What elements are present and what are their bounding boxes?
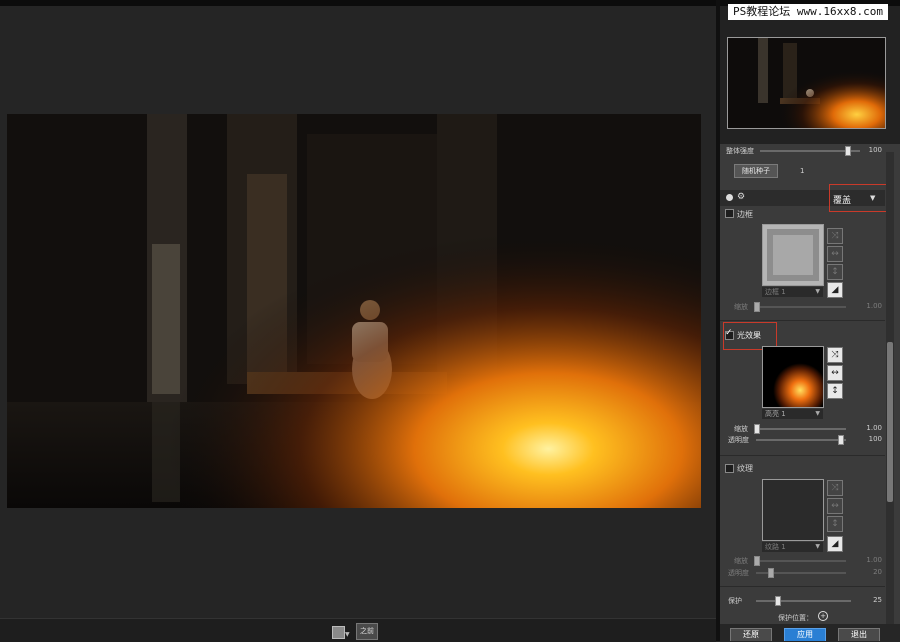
- protect-value: 25: [873, 596, 882, 604]
- border-scale-value: 1.00: [866, 302, 882, 310]
- protect-position-label: 保护位置：: [778, 614, 813, 622]
- panel-footer: 还原 应用 退出: [720, 624, 900, 641]
- texture-scale-slider[interactable]: [756, 560, 846, 562]
- border-scale-handle[interactable]: [754, 302, 760, 312]
- random-seed-button[interactable]: 随机种子: [734, 164, 778, 178]
- random-seed-value: 1: [800, 167, 805, 175]
- texture-opacity-value: 20: [873, 568, 882, 576]
- navigator: [720, 6, 900, 144]
- texture-opacity-label: 透明度: [728, 569, 749, 577]
- navigator-thumbnail[interactable]: [727, 37, 886, 129]
- border-label: 边框: [737, 210, 753, 219]
- flip-vertical-icon[interactable]: ↕: [827, 383, 843, 399]
- rotate-icon[interactable]: ◢: [827, 536, 843, 552]
- gear-icon[interactable]: ⚙: [737, 192, 745, 202]
- highlight-box: [829, 184, 887, 212]
- section-divider: [720, 455, 885, 456]
- shuffle-icon[interactable]: ⤨: [827, 347, 843, 363]
- flip-vertical-icon[interactable]: ↕: [827, 264, 843, 280]
- flip-horizontal-icon[interactable]: ↔: [827, 246, 843, 262]
- add-icon[interactable]: +: [818, 611, 828, 621]
- light-opacity-handle[interactable]: [838, 435, 844, 445]
- flip-vertical-icon[interactable]: ↕: [827, 516, 843, 532]
- apply-button[interactable]: 应用: [784, 628, 826, 641]
- border-checkbox[interactable]: [725, 209, 734, 218]
- rotate-icon[interactable]: ◢: [827, 282, 843, 298]
- light-opacity-slider[interactable]: [756, 439, 846, 441]
- section-divider: [720, 586, 885, 587]
- overall-opacity-value: 100: [868, 146, 882, 154]
- chevron-down-icon: ▼: [815, 410, 820, 417]
- texture-checkbox[interactable]: [725, 464, 734, 473]
- texture-preview[interactable]: [762, 479, 824, 541]
- chevron-down-icon: ▼: [815, 543, 820, 550]
- visibility-icon[interactable]: [726, 194, 733, 201]
- section-divider: [720, 320, 885, 321]
- overall-opacity-handle[interactable]: [845, 146, 851, 156]
- texture-preset-value: 纹路 1: [765, 543, 786, 551]
- before-button[interactable]: 之前: [356, 623, 378, 640]
- shuffle-icon[interactable]: ⤨: [827, 480, 843, 496]
- light-scale-value: 1.00: [866, 424, 882, 432]
- shuffle-icon[interactable]: ⤨: [827, 228, 843, 244]
- light-scale-label: 缩放: [734, 425, 748, 433]
- preview-image[interactable]: [7, 114, 701, 508]
- protect-handle[interactable]: [775, 596, 781, 606]
- chevron-down-icon: ▼: [815, 288, 820, 295]
- light-scale-slider[interactable]: [756, 428, 846, 430]
- canvas-toolbar: ▼ 之前: [0, 618, 716, 642]
- light-opacity-value: 100: [868, 435, 882, 443]
- texture-scale-value: 1.00: [866, 556, 882, 564]
- border-scale-label: 缩放: [734, 303, 748, 311]
- reset-button[interactable]: 还原: [730, 628, 772, 641]
- texture-label: 纹理: [737, 464, 753, 473]
- protect-label: 保护: [728, 597, 742, 605]
- exit-button[interactable]: 退出: [838, 628, 880, 641]
- flip-horizontal-icon[interactable]: ↔: [827, 498, 843, 514]
- border-preview[interactable]: [762, 224, 824, 286]
- flip-horizontal-icon[interactable]: ↔: [827, 365, 843, 381]
- texture-scale-label: 缩放: [734, 557, 748, 565]
- background-color-button[interactable]: [332, 626, 345, 639]
- border-preset-select[interactable]: 边框 1 ▼: [762, 287, 823, 297]
- settings-panel: 整体强度 100 随机种子 1 ⚙ 覆盖 ▼ 边框 ⤨ ↔ ↕ ◢ 边框 1 ▼ …: [720, 6, 900, 641]
- light-opacity-label: 透明度: [728, 436, 749, 444]
- scrollbar-thumb[interactable]: [887, 342, 893, 502]
- texture-opacity-handle[interactable]: [768, 568, 774, 578]
- texture-scale-handle[interactable]: [754, 556, 760, 566]
- light-preset-value: 高亮 1: [765, 410, 786, 418]
- light-scale-handle[interactable]: [754, 424, 760, 434]
- light-preset-select[interactable]: 高亮 1 ▼: [762, 409, 823, 419]
- overall-opacity-label: 整体强度: [726, 147, 754, 155]
- light-effect-preview[interactable]: [762, 346, 824, 408]
- protect-slider[interactable]: [756, 600, 851, 602]
- border-preset-value: 边框 1: [765, 288, 786, 296]
- chevron-down-icon[interactable]: ▼: [345, 631, 350, 638]
- border-scale-slider[interactable]: [756, 306, 846, 308]
- texture-preset-select[interactable]: 纹路 1 ▼: [762, 542, 823, 552]
- canvas-area[interactable]: [0, 6, 716, 618]
- watermark: PS教程论坛 www.16xx8.com: [728, 4, 888, 20]
- panel-scrollbar[interactable]: [886, 152, 894, 641]
